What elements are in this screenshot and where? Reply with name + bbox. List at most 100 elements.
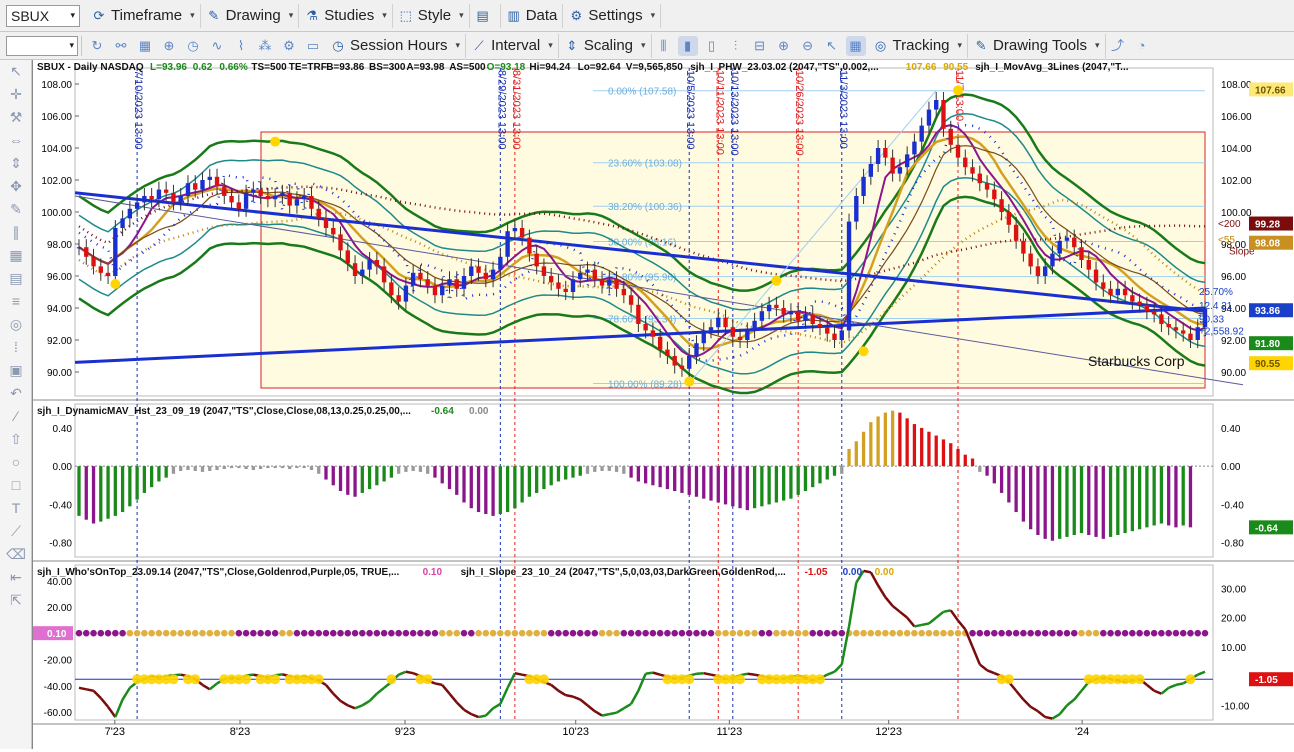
link-icon[interactable]: ⚯ (111, 36, 131, 56)
candle-body (207, 176, 212, 180)
grid-icon[interactable]: ▦ (0, 244, 32, 267)
gear-small-icon[interactable]: ⚙ (279, 36, 299, 56)
candle-body (120, 218, 125, 228)
chart-area[interactable]: 0.00% (107.58) 23.60% (103.08) 38.20% (100… (32, 60, 1294, 749)
data-menu[interactable]: ▥ Data (501, 3, 564, 28)
chart-icon[interactable]: ⌇ (231, 36, 251, 56)
slope-segment (921, 622, 930, 627)
refresh-icon[interactable]: ↻ (87, 36, 107, 56)
table-view-icon[interactable]: ▦ (845, 35, 866, 56)
lines-icon[interactable]: ≡ (0, 290, 32, 313)
candle-body (381, 266, 387, 283)
bars-icon[interactable]: ∥ (0, 221, 32, 244)
text-icon[interactable]: T (0, 497, 32, 520)
candle-body (1086, 260, 1091, 270)
arrows-h-icon[interactable]: ⇔ (0, 129, 32, 152)
interval-menu[interactable]: ⟋ Interval ▾ (466, 33, 559, 58)
grid-icon[interactable]: ▦ (135, 36, 155, 56)
whos-on-top-dot (751, 629, 758, 637)
histogram-bar (861, 431, 866, 467)
chart-canvas[interactable]: 0.00% (107.58) 23.60% (103.08) 38.20% (100… (33, 60, 1294, 749)
cursor-arrow-icon[interactable]: ↖ (822, 36, 842, 56)
slash-icon[interactable]: ∕ (0, 405, 32, 428)
candle-body (185, 183, 191, 196)
drag-icon[interactable]: ⇱ (0, 589, 32, 612)
empty-field[interactable]: ▾ (6, 35, 78, 56)
histogram-bar (738, 466, 742, 509)
chevron-down-icon: ▾ (288, 10, 294, 20)
studies-menu[interactable]: ⚗ Studies ▾ (299, 3, 393, 28)
histogram-bar (585, 466, 590, 474)
candle-hollow-icon[interactable]: ▯ (702, 36, 722, 56)
style-menu[interactable]: ⬚ Style ▾ (393, 3, 470, 28)
x-tick-label: '24 (1075, 726, 1089, 738)
zoom-in-icon[interactable]: ⊕ (774, 36, 794, 56)
candle-icon[interactable]: ▮ (677, 35, 698, 56)
session-hours-menu[interactable]: ◷ Session Hours ▾ (325, 33, 467, 58)
candle-body (875, 148, 881, 164)
slope-segment (579, 698, 589, 707)
bar-chart-icon[interactable]: ⫼ (654, 36, 674, 56)
scaling-menu[interactable]: ⇕ Scaling ▾ (559, 33, 652, 58)
whos-on-top-dot (555, 629, 562, 637)
cursor-icon[interactable]: ↖ (0, 60, 32, 83)
timer-icon[interactable]: ◷ (183, 36, 203, 56)
slope-segment (484, 707, 494, 717)
wave-icon[interactable]: ∿ (207, 36, 227, 56)
zoom-icon[interactable]: ⊕ (159, 36, 179, 56)
settings-menu[interactable]: ⚙ Settings ▾ (563, 3, 662, 28)
undo-icon[interactable]: ↶ (0, 382, 32, 405)
drawing-menu[interactable]: ✎ Drawing ▾ (201, 3, 300, 28)
dots-icon[interactable]: ⁂ (255, 36, 275, 56)
dots-icon[interactable]: ⁞ (0, 336, 32, 359)
whos-on-top-dot (1158, 629, 1165, 637)
pen-icon[interactable]: ✎ (0, 198, 32, 221)
whos-on-top-dot (395, 629, 402, 637)
whos-on-top-dot (809, 629, 817, 637)
layout-button[interactable]: ▤ (470, 3, 501, 28)
histogram-bar (905, 418, 909, 467)
layout-icon: ▤ (476, 7, 489, 23)
candle-body (134, 202, 140, 209)
whos-on-top-dot (1187, 629, 1194, 637)
candle-body (432, 285, 438, 296)
interval-label: Interval (491, 37, 541, 54)
drawing-tools-menu[interactable]: ✎ Drawing Tools ▾ (968, 33, 1106, 58)
arrow-up-icon[interactable]: ⇧ (0, 428, 32, 451)
candle-body (323, 218, 329, 228)
trend-icon[interactable]: ⤴ (1108, 36, 1128, 56)
histogram-bar (338, 466, 343, 492)
osc-tick-label-left: -0.40 (49, 500, 72, 511)
move-icon[interactable]: ✥ (0, 175, 32, 198)
candle-body (171, 192, 176, 203)
erase-icon[interactable]: ⌫ (0, 543, 32, 566)
slope-segment (1168, 683, 1177, 689)
circle-icon[interactable]: ○ (0, 451, 32, 474)
split-icon[interactable]: ⊟ (750, 36, 770, 56)
slope-segment (208, 682, 218, 691)
tracking-menu[interactable]: ◎ Tracking ▾ (868, 33, 969, 58)
zoom-out-icon[interactable]: ⊖ (798, 36, 818, 56)
arrows-v-icon[interactable]: ⇕ (0, 152, 32, 175)
back-icon[interactable]: ⇤ (0, 566, 32, 589)
ruler-icon[interactable]: ⟋ (0, 520, 32, 543)
symbol-input[interactable]: SBUX ▾ (6, 4, 80, 27)
volume-icon[interactable]: ⫶ (726, 36, 746, 56)
speedometer-icon[interactable]: ◔ (1132, 36, 1152, 56)
target-icon[interactable]: ◎ (0, 313, 32, 336)
rectangle-icon[interactable]: □ (0, 474, 32, 497)
image-icon[interactable]: ▣ (0, 359, 32, 382)
histogram-bar (426, 466, 430, 474)
histogram-bar (1079, 466, 1084, 534)
pivot-dot (858, 346, 869, 357)
slope-segment (652, 671, 661, 676)
histogram-bar (665, 466, 670, 490)
crosshair-icon[interactable]: ✛ (0, 83, 32, 106)
monitor-icon[interactable]: ▭ (303, 36, 323, 56)
candle-body (941, 100, 946, 129)
table-icon[interactable]: ▤ (0, 267, 32, 290)
timeframe-menu[interactable]: ⟳ Timeframe ▾ (86, 3, 201, 28)
event-line-label: 11/3/2023 13:00 (837, 70, 849, 149)
wrench-icon[interactable]: ⚒ (0, 106, 32, 129)
chevron-down-icon: ▾ (69, 40, 74, 50)
